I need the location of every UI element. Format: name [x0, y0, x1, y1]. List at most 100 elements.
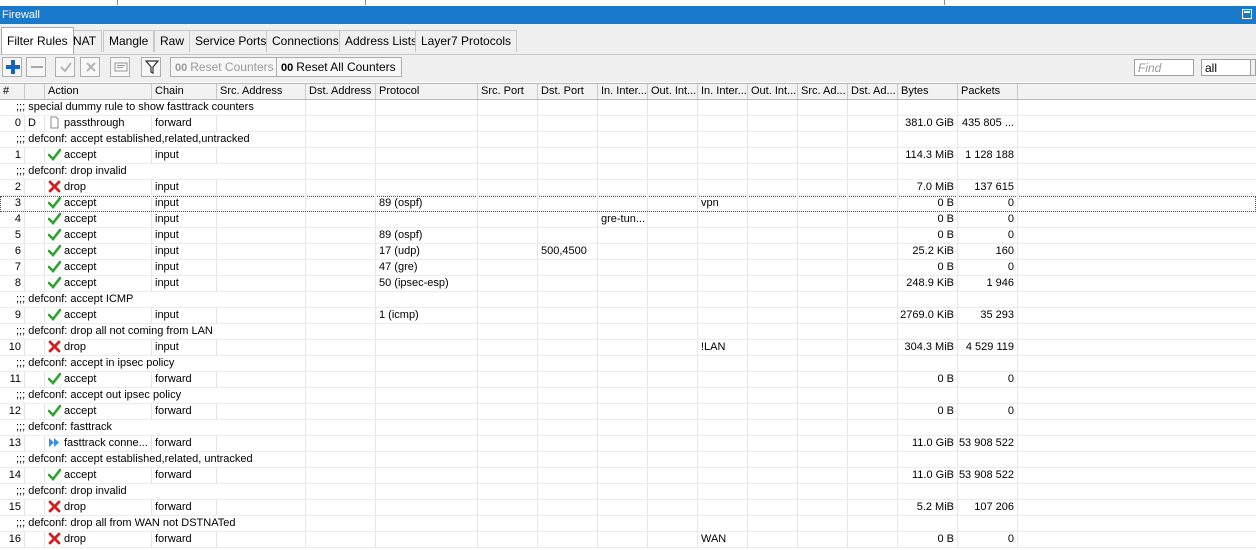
col-flags[interactable]	[25, 84, 45, 99]
col-number[interactable]: #	[0, 84, 25, 99]
table-row[interactable]: 10 drop input !LAN 304.3 MiB 4 529 119	[0, 340, 1256, 356]
table-row[interactable]: 0 Dpassthrough forward 381.0 GiB 435 805 ...	[0, 116, 1256, 132]
col-chain[interactable]: Chain	[152, 84, 217, 99]
col-action[interactable]: Action	[45, 84, 152, 99]
filter-select[interactable]: all	[1201, 59, 1251, 76]
comment-row[interactable]: ;;; defconf: accept ICMP	[0, 292, 1256, 308]
disable-button[interactable]	[80, 57, 100, 77]
accept-icon	[48, 244, 64, 257]
tab-address-lists[interactable]: Address Lists	[339, 30, 424, 52]
cell-action: drop	[45, 532, 152, 547]
comment-row[interactable]: ;;; defconf: fasttrack	[0, 420, 1256, 436]
cell-separator	[748, 388, 798, 403]
comment-row[interactable]: ;;; defconf: drop all not coming from LA…	[0, 324, 1256, 340]
comment-row[interactable]: ;;; defconf: drop invalid	[0, 164, 1256, 180]
cell-separator	[698, 420, 748, 435]
col-src-address-list[interactable]: Src. Ad...	[798, 84, 848, 99]
cell-separator	[848, 164, 898, 179]
cell-flags	[25, 244, 45, 259]
comment-row[interactable]: ;;; defconf: accept out ipsec policy	[0, 388, 1256, 404]
cell-separator	[898, 132, 958, 147]
remove-button[interactable]	[26, 57, 46, 77]
col-out-interface-list[interactable]: Out. Int...	[748, 84, 798, 99]
table-row[interactable]: 6 accept input 17 (udp) 500,4500 25.2 KiB 160	[0, 244, 1256, 260]
tab-mangle[interactable]: Mangle	[103, 30, 155, 52]
cell-protocol	[376, 468, 478, 483]
table-row[interactable]: 4 accept input gre-tun... 0 B0	[0, 212, 1256, 228]
accept-check-icon	[48, 276, 61, 289]
tab-connections[interactable]: Connections	[266, 30, 345, 52]
cell-src-address	[217, 532, 306, 547]
table-row[interactable]: 14 accept forward 11.0 GiB 53 908 522	[0, 468, 1256, 484]
table-row[interactable]: 15 drop forward 5.2 MiB 107 206	[0, 500, 1256, 516]
cell-dst-port	[538, 340, 598, 355]
cell-out-interface-list	[748, 340, 798, 355]
col-src-address[interactable]: Src. Address	[217, 84, 306, 99]
comment-row[interactable]: ;;; defconf: accept in ipsec policy	[0, 356, 1256, 372]
col-in-interface-list[interactable]: In. Inter...	[698, 84, 748, 99]
cell-in-interface	[598, 532, 648, 547]
col-dst-address-list[interactable]: Dst. Ad...	[848, 84, 898, 99]
comment-row[interactable]: ;;; defconf: drop invalid	[0, 484, 1256, 500]
reset-all-counters-button[interactable]: 00 Reset All Counters	[276, 57, 402, 77]
table-row[interactable]: 2 drop input 7.0 MiB 137 615	[0, 180, 1256, 196]
cell-chain: input	[152, 308, 217, 323]
cell-src-address-list	[798, 372, 848, 387]
cell-out-interface-list	[748, 436, 798, 451]
filter-button[interactable]	[141, 57, 161, 77]
col-in-interface[interactable]: In. Inter...	[598, 84, 648, 99]
comment-button[interactable]	[110, 57, 130, 77]
accept-icon	[48, 276, 64, 289]
col-src-port[interactable]: Src. Port	[478, 84, 538, 99]
cell-dst-address	[306, 212, 376, 227]
table-row[interactable]: 12 accept forward 0 B0	[0, 404, 1256, 420]
cell-separator	[217, 324, 306, 339]
comment-row[interactable]: ;;; defconf: accept established,related,…	[0, 132, 1256, 148]
col-packets[interactable]: Packets	[958, 84, 1018, 99]
table-row[interactable]: 9 accept input 1 (icmp) 2769.0 KiB 35 293	[0, 308, 1256, 324]
comment-row[interactable]: ;;; special dummy rule to show fasttrack…	[0, 100, 1256, 116]
col-dst-port[interactable]: Dst. Port	[538, 84, 598, 99]
table-row[interactable]: 8 accept input 50 (ipsec-esp) 248.9 KiB 1 946	[0, 276, 1256, 292]
table-row[interactable]: 11 accept forward 0 B0	[0, 372, 1256, 388]
cell-src-address	[217, 404, 306, 419]
filter-dropdown-arrow[interactable]	[1251, 59, 1256, 76]
cell-separator	[598, 356, 648, 371]
table-row[interactable]: 3 accept input 89 (ospf) vpn 0 B0	[0, 196, 1256, 212]
col-protocol[interactable]: Protocol	[376, 84, 478, 99]
find-input[interactable]: Find	[1134, 59, 1194, 76]
cell-src-port	[478, 116, 538, 131]
cell-dst-address	[306, 404, 376, 419]
comment-row[interactable]: ;;; defconf: accept established,related,…	[0, 452, 1256, 468]
cell-separator	[798, 132, 848, 147]
accept-check-icon	[48, 468, 61, 481]
table-row[interactable]: 5 accept input 89 (ospf) 0 B0	[0, 228, 1256, 244]
table-row[interactable]: 7 accept input 47 (gre) 0 B0	[0, 260, 1256, 276]
table-row[interactable]: 16 drop forward WAN 0 B0	[0, 532, 1256, 548]
cell-out-interface	[648, 276, 698, 291]
cell-in-interface-list	[698, 180, 748, 195]
tab-filter-rules[interactable]: Filter Rules	[1, 27, 74, 54]
reset-counters-button[interactable]: 00 Reset Counters	[170, 57, 280, 77]
enable-button[interactable]	[55, 57, 75, 77]
cell-bytes: 11.0 GiB	[898, 436, 958, 451]
cell-protocol: 89 (ospf)	[376, 196, 478, 211]
cell-dst-address	[306, 276, 376, 291]
comment-row[interactable]: ;;; defconf: drop all from WAN not DSTNA…	[0, 516, 1256, 532]
cell-out-interface-list	[748, 468, 798, 483]
table-row[interactable]: 1 accept input 114.3 MiB 1 128 188	[0, 148, 1256, 164]
accept-icon	[48, 468, 64, 481]
col-bytes[interactable]: Bytes	[898, 84, 958, 99]
tab-service-ports[interactable]: Service Ports	[189, 30, 273, 52]
cell-dst-address	[306, 244, 376, 259]
cell-separator	[798, 164, 848, 179]
maximize-icon[interactable]	[1242, 9, 1252, 19]
tab-raw[interactable]: Raw	[154, 30, 191, 52]
col-out-interface[interactable]: Out. Int...	[648, 84, 698, 99]
cell-flags: D	[25, 116, 45, 131]
col-dst-address[interactable]: Dst. Address	[306, 84, 376, 99]
table-row[interactable]: 13 fasttrack conne... forward 11.0 GiB 53 90…	[0, 436, 1256, 452]
add-button[interactable]	[2, 57, 22, 77]
cell-in-interface-list: !LAN	[698, 340, 748, 355]
tab-layer7-protocols[interactable]: Layer7 Protocols	[415, 30, 518, 52]
